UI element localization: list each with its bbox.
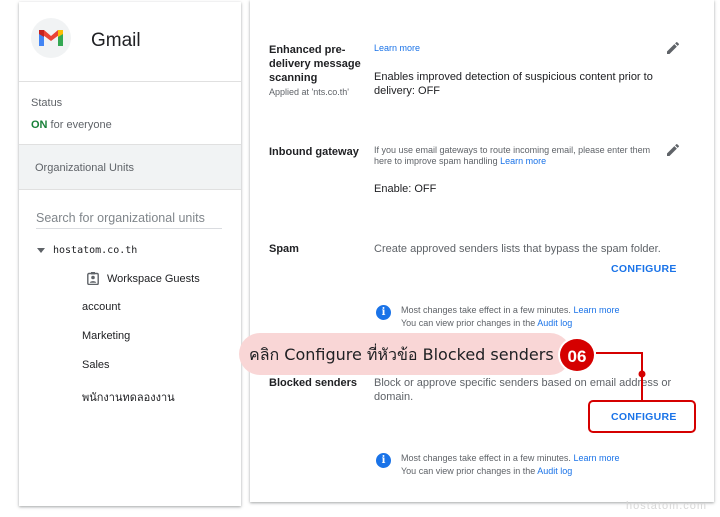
caret-down-icon[interactable] — [37, 248, 45, 253]
learn-more-text[interactable]: Learn more — [374, 43, 420, 53]
highlight-box — [588, 400, 696, 433]
tree-item-marketing[interactable]: Marketing — [82, 330, 130, 342]
info-icon: i — [376, 305, 391, 320]
spam-info-text: Most changes take effect in a few minute… — [401, 304, 619, 329]
blocked-info-line-2: You can view prior changes in the Audit … — [401, 465, 619, 478]
edit-pencil-icon[interactable] — [665, 142, 681, 158]
inbound-gateway-text: If you use email gateways to route incom… — [374, 145, 650, 167]
left-panel: Gmail Status ON for everyone Organizatio… — [19, 2, 241, 506]
org-units-header: Organizational Units — [19, 144, 241, 190]
enhanced-learn-more-link[interactable]: Learn more — [374, 43, 420, 54]
search-input[interactable] — [36, 211, 222, 225]
status-block: Status ON for everyone — [19, 82, 241, 144]
status-scope: for everyone — [47, 119, 112, 131]
instruction-callout: คลิก Configure ที่หัวข้อ Blocked senders — [239, 333, 571, 375]
step-number-badge: 06 — [558, 337, 596, 373]
inbound-status: Enable: OFF — [374, 183, 437, 195]
info-learn-more-link[interactable]: Learn more — [573, 305, 619, 315]
spam-info-line-1: Most changes take effect in a few minute… — [401, 304, 619, 317]
spam-label: Spam — [269, 243, 299, 255]
search-field[interactable] — [36, 209, 222, 229]
tree-root-label: hostatom.co.th — [53, 245, 138, 256]
tree-item-account[interactable]: account — [82, 301, 121, 313]
enhanced-label-line: delivery message — [269, 58, 361, 70]
inbound-gateway-label: Inbound gateway — [269, 146, 359, 158]
org-units-title: Organizational Units — [35, 162, 135, 174]
spam-info-line-2: You can view prior changes in the Audit … — [401, 317, 619, 330]
enhanced-label-line: Enhanced pre- — [269, 44, 346, 56]
status-title: Status — [31, 97, 63, 109]
instruction-text: คลิก Configure ที่หัวข้อ Blocked senders — [249, 345, 554, 364]
inbound-text-line: If you use email gateways to route incom… — [374, 145, 651, 155]
info-line: Most changes take effect in a few minute… — [401, 305, 571, 315]
status-value: ON for everyone — [31, 119, 112, 131]
audit-log-link[interactable]: Audit log — [537, 466, 572, 476]
blocked-senders-label: Blocked senders — [269, 377, 358, 389]
gmail-logo-icon — [31, 18, 71, 58]
info-line: You can view prior changes in the — [401, 317, 536, 328]
callout-connector — [596, 352, 646, 400]
inbound-text-line-2: here to improve spam handling Learn more — [374, 156, 650, 167]
guest-badge-icon — [87, 272, 99, 285]
status-on: ON — [31, 119, 48, 131]
tree-root[interactable]: hostatom.co.th — [37, 245, 137, 256]
tree-item-probation[interactable]: พนักงานทดลองงาน — [82, 388, 175, 406]
enhanced-description: Enables improved detection of suspicious… — [374, 70, 653, 98]
inbound-text-line: here to improve spam handling — [374, 156, 498, 166]
audit-log-link[interactable]: Audit log — [537, 318, 572, 328]
watermark: hostatom.com — [626, 500, 708, 512]
spam-configure-button[interactable]: CONFIGURE — [611, 263, 677, 275]
enhanced-desc-line: Enables improved detection of suspicious… — [374, 71, 653, 83]
enhanced-label-line: scanning — [269, 72, 318, 84]
info-icon: i — [376, 453, 391, 468]
info-line: Most changes take effect in a few minute… — [401, 453, 571, 463]
blocked-info-text: Most changes take effect in a few minute… — [401, 452, 619, 477]
tree-item-workspace-guests[interactable]: Workspace Guests — [87, 272, 200, 285]
enhanced-applied-note: Applied at 'nts.co.th' — [269, 87, 349, 97]
enhanced-desc-line: delivery: OFF — [374, 85, 441, 97]
info-learn-more-link[interactable]: Learn more — [573, 453, 619, 463]
info-line: You can view prior changes in the — [401, 465, 536, 476]
tree-item-label: Workspace Guests — [107, 272, 200, 285]
app-name: Gmail — [91, 30, 141, 51]
spam-description: Create approved senders lists that bypas… — [374, 243, 661, 255]
inbound-learn-more-link[interactable]: Learn more — [500, 156, 546, 166]
blocked-info-line-1: Most changes take effect in a few minute… — [401, 452, 619, 465]
edit-pencil-icon[interactable] — [665, 40, 681, 56]
tree-item-sales[interactable]: Sales — [82, 359, 110, 371]
app-header: Gmail — [19, 2, 241, 82]
enhanced-scanning-label: Enhanced pre- delivery message scanning … — [269, 43, 361, 99]
